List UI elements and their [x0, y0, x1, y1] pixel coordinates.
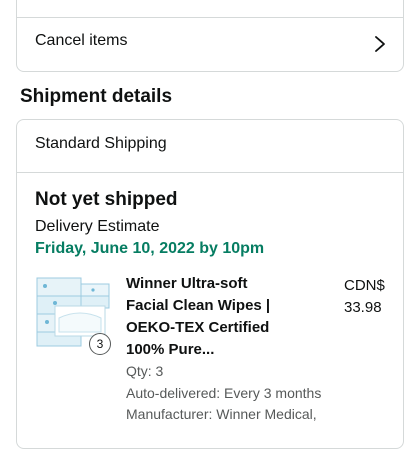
product-title-line: Facial Clean Wipes |: [126, 297, 271, 314]
shipment-status: Not yet shipped: [35, 189, 178, 210]
product-title-link[interactable]: Winner Ultra-soft Facial Clean Wipes | O…: [126, 273, 326, 361]
item-quantity: Qty: 3: [126, 363, 164, 379]
auto-delivery-frequency: Auto-delivered: Every 3 months: [126, 385, 322, 401]
cancel-items-row[interactable]: Cancel items: [17, 18, 403, 72]
cancel-items-label: Cancel items: [35, 32, 128, 49]
item-price: CDN$ 33.98: [344, 275, 394, 319]
price-amount: 33.98: [344, 299, 382, 316]
delivery-estimate-label: Delivery Estimate: [35, 218, 160, 235]
chevron-right-icon: [375, 36, 385, 52]
price-currency: CDN$: [344, 277, 385, 294]
delivery-estimate-date: Friday, June 10, 2022 by 10pm: [35, 240, 265, 257]
product-title-line: OEKO-TEX Certified: [126, 319, 270, 336]
quantity-badge: 3: [89, 333, 111, 355]
product-title-line: Winner Ultra-soft: [126, 275, 248, 292]
product-title-line: 100% Pure...: [126, 341, 215, 358]
shipping-method: Standard Shipping: [35, 135, 167, 152]
divider: [17, 172, 403, 173]
shipment-details-heading: Shipment details: [20, 86, 173, 107]
order-actions-card: Cancel items: [16, 0, 404, 72]
